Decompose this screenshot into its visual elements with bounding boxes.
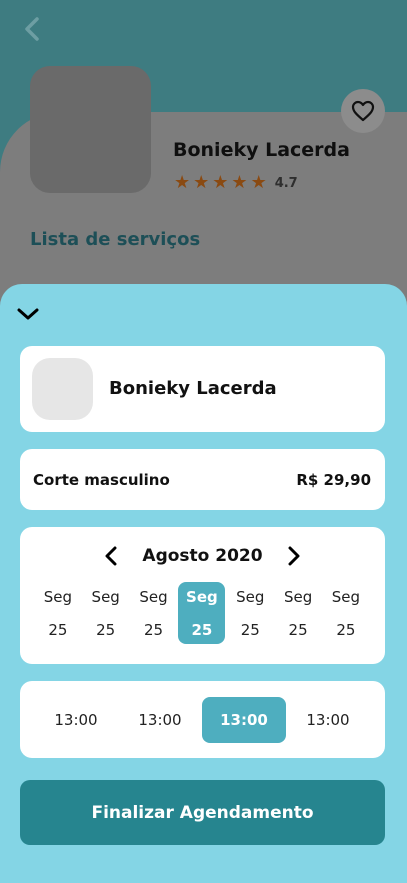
service-name: Corte masculino — [33, 470, 170, 489]
day-number: 25 — [240, 621, 260, 639]
chevron-left-icon — [105, 546, 117, 566]
service-card: Corte masculino R$ 29,90 — [20, 449, 385, 510]
back-button[interactable] — [18, 14, 46, 44]
rating-value: 4.7 — [274, 175, 298, 191]
next-month-button[interactable] — [279, 541, 309, 571]
day-name: Seg — [91, 588, 120, 606]
chevron-left-icon — [25, 17, 39, 41]
day-item[interactable]: Seg 25 — [226, 582, 274, 644]
day-list: Seg 25 Seg 25 Seg 25 Seg 25 Seg 25 Seg 2… — [34, 582, 370, 644]
day-name: Seg — [139, 588, 168, 606]
time-picker: 13:00 13:00 13:00 13:00 — [20, 681, 385, 758]
month-label: Agosto 2020 — [142, 546, 263, 566]
day-name: Seg — [283, 588, 313, 606]
avatar — [32, 358, 93, 420]
time-slot[interactable]: 13:00 — [34, 697, 118, 743]
day-number: 25 — [191, 621, 213, 639]
booking-sheet: Bonieky Lacerda Corte masculino R$ 29,90… — [0, 284, 407, 883]
day-number: 25 — [143, 621, 164, 639]
service-price: R$ 29,90 — [296, 470, 371, 489]
day-number: 25 — [288, 621, 308, 639]
day-item[interactable]: Seg 25 — [274, 582, 322, 644]
chevron-right-icon — [288, 546, 300, 566]
day-name: Seg — [186, 588, 218, 606]
star-icon: ★ — [231, 172, 248, 193]
star-icon: ★ — [212, 172, 229, 193]
professional-avatar — [30, 66, 151, 193]
star-icon: ★ — [250, 172, 267, 193]
time-slot[interactable]: 13:00 — [286, 697, 370, 743]
heart-outline-icon — [351, 100, 375, 122]
day-number: 25 — [336, 621, 356, 639]
day-item-selected[interactable]: Seg 25 — [178, 582, 226, 644]
day-item[interactable]: Seg 25 — [82, 582, 130, 644]
day-number: 25 — [48, 621, 68, 639]
finish-booking-button[interactable]: Finalizar Agendamento — [20, 780, 385, 845]
services-title: Lista de serviços — [30, 229, 201, 250]
rating-stars: ★ ★ ★ ★ ★ 4.7 — [174, 174, 298, 192]
favorite-button[interactable] — [341, 89, 385, 133]
collapse-button[interactable] — [14, 300, 42, 328]
star-icon: ★ — [174, 172, 191, 193]
day-item[interactable]: Seg 25 — [34, 582, 82, 644]
date-picker: Agosto 2020 Seg 25 Seg 25 Seg 25 Seg 25 … — [20, 527, 385, 664]
day-name: Seg — [331, 588, 361, 606]
day-number: 25 — [96, 621, 116, 639]
day-item[interactable]: Seg 25 — [130, 582, 178, 644]
chevron-down-icon — [17, 308, 39, 320]
day-name: Seg — [43, 588, 73, 606]
professional-name: Bonieky Lacerda — [173, 139, 350, 161]
prev-month-button[interactable] — [96, 541, 126, 571]
time-slot[interactable]: 13:00 — [118, 697, 202, 743]
month-navigation: Agosto 2020 — [20, 541, 385, 571]
professional-name: Bonieky Lacerda — [109, 378, 277, 399]
star-icon: ★ — [193, 172, 210, 193]
time-slot-selected[interactable]: 13:00 — [202, 696, 286, 743]
day-item[interactable]: Seg 25 — [322, 582, 370, 644]
professional-card: Bonieky Lacerda — [20, 346, 385, 432]
day-name: Seg — [236, 588, 265, 606]
